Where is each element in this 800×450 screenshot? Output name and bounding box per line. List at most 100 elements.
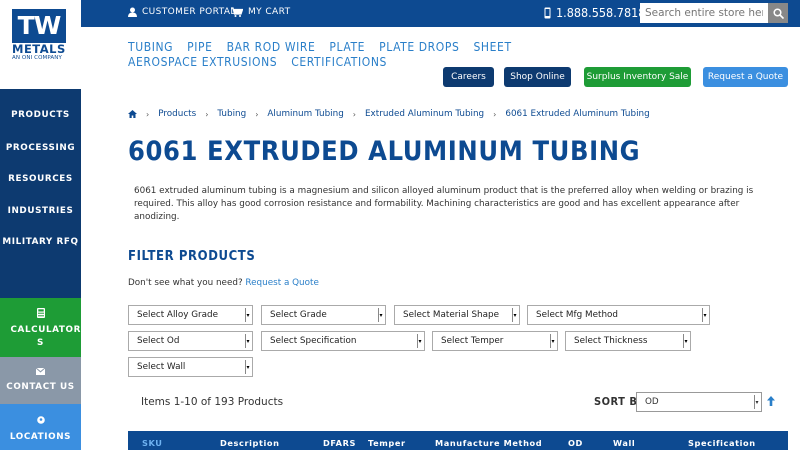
- search-button[interactable]: [768, 3, 788, 23]
- select-temper[interactable]: Select Temper ▾: [432, 331, 558, 351]
- phone-link[interactable]: 1.888.558.7818: [544, 5, 645, 20]
- quote-prompt-text: Don't see what you need?: [128, 278, 243, 288]
- calculators-label: CALCULATOR S: [10, 325, 81, 348]
- contact-us-label: CONTACT US: [6, 382, 75, 392]
- select-alloy-grade-label: Select Alloy Grade: [137, 310, 219, 320]
- search-icon: [772, 7, 784, 19]
- breadcrumb-separator: ›: [146, 109, 150, 119]
- breadcrumb-current[interactable]: 6061 Extruded Aluminum Tubing: [505, 109, 649, 119]
- customer-portal-link[interactable]: CUSTOMER PORTAL: [128, 7, 236, 17]
- nav-plate-drops[interactable]: PLATE DROPS: [379, 40, 459, 55]
- dropdown-arrow-icon: ▾: [754, 395, 759, 409]
- column-header-manufacture-method[interactable]: Manufacture Method: [435, 438, 542, 448]
- breadcrumb-separator: ›: [352, 109, 356, 119]
- dropdown-arrow-icon: ▾: [245, 334, 250, 348]
- dropdown-arrow-icon: ▾: [417, 334, 422, 348]
- breadcrumb-extruded-aluminum-tubing[interactable]: Extruded Aluminum Tubing: [365, 109, 484, 119]
- main-nav: TUBING PIPE BAR ROD WIRE PLATE PLATE DROPS SH…: [128, 40, 548, 70]
- sort-direction-icon[interactable]: [767, 396, 775, 409]
- shop-online-button[interactable]: Shop Online: [504, 67, 571, 87]
- calculators-button[interactable]: CALCULATOR S: [0, 298, 81, 357]
- my-cart-label: MY CART: [248, 7, 291, 17]
- user-icon: [128, 7, 137, 17]
- careers-button[interactable]: Careers: [443, 67, 494, 87]
- column-header-description[interactable]: Description: [220, 438, 280, 448]
- locations-label: LOCATIONS: [9, 432, 72, 442]
- dropdown-arrow-icon: ▾: [702, 308, 707, 322]
- select-alloy-grade[interactable]: Select Alloy Grade ▾: [128, 305, 253, 325]
- sidebar-item-processing[interactable]: PROCESSING: [0, 143, 81, 153]
- select-od[interactable]: Select Od ▾: [128, 331, 253, 351]
- contact-us-button[interactable]: CONTACT US: [0, 357, 81, 404]
- page-title: 6061 EXTRUDED ALUMINUM TUBING: [128, 136, 641, 167]
- column-header-dfars[interactable]: DFARS: [323, 438, 356, 448]
- cart-icon: [231, 7, 243, 17]
- breadcrumb-separator: ›: [493, 109, 497, 119]
- dropdown-arrow-icon: ▾: [512, 308, 517, 322]
- select-temper-label: Select Temper: [441, 336, 504, 346]
- column-header-wall[interactable]: Wall: [613, 438, 635, 448]
- dropdown-arrow-icon: ▾: [378, 308, 383, 322]
- breadcrumb-separator: ›: [255, 109, 259, 119]
- products-table-header: SKU Description DFARS Temper Manufacture…: [128, 431, 788, 450]
- select-grade[interactable]: Select Grade ▾: [261, 305, 386, 325]
- select-od-label: Select Od: [137, 336, 180, 346]
- tw-metals-logo[interactable]: TW METALS AN ONI COMPANY: [12, 9, 68, 61]
- request-quote-button[interactable]: Request a Quote: [703, 67, 788, 87]
- my-cart-link[interactable]: MY CART: [231, 7, 290, 17]
- logo-tagline: AN ONI COMPANY: [12, 55, 62, 61]
- nav-certifications[interactable]: CERTIFICATIONS: [291, 55, 387, 70]
- column-header-temper[interactable]: Temper: [368, 438, 406, 448]
- locations-button[interactable]: LOCATIONS: [0, 404, 81, 450]
- sort-select-value: OD: [645, 397, 659, 407]
- surplus-inventory-button[interactable]: Surplus Inventory Sale: [584, 67, 691, 87]
- sidebar-item-industries[interactable]: INDUSTRIES: [0, 206, 81, 216]
- select-specification[interactable]: Select Specification ▾: [261, 331, 425, 351]
- sidebar-item-products[interactable]: PRODUCTS: [0, 110, 81, 120]
- column-header-sku[interactable]: SKU: [142, 438, 163, 448]
- select-mfg-method[interactable]: Select Mfg Method ▾: [527, 305, 710, 325]
- breadcrumb-aluminum-tubing[interactable]: Aluminum Tubing: [267, 109, 343, 119]
- select-wall-label: Select Wall: [137, 362, 186, 372]
- arrow-up-icon: [767, 396, 775, 406]
- nav-plate[interactable]: PLATE: [329, 40, 365, 55]
- quote-prompt: Don't see what you need? Request a Quote: [128, 278, 319, 288]
- breadcrumb-products[interactable]: Products: [158, 109, 196, 119]
- map-pin-icon: [36, 416, 45, 424]
- select-thickness[interactable]: Select Thickness ▾: [565, 331, 691, 351]
- select-grade-label: Select Grade: [270, 310, 327, 320]
- nav-sheet[interactable]: SHEET: [473, 40, 511, 55]
- column-header-od[interactable]: OD: [568, 438, 583, 448]
- phone-icon: [544, 7, 551, 18]
- top-bar: CUSTOMER PORTAL MY CART 1.888.558.7818: [81, 0, 800, 27]
- nav-bar-rod-wire[interactable]: BAR ROD WIRE: [227, 40, 316, 55]
- filter-heading: FILTER PRODUCTS: [128, 249, 256, 264]
- select-specification-label: Select Specification: [270, 336, 357, 346]
- home-icon[interactable]: [128, 110, 137, 118]
- breadcrumb-tubing[interactable]: Tubing: [217, 109, 246, 119]
- sort-select[interactable]: OD ▾: [636, 392, 762, 412]
- column-header-specification[interactable]: Specification: [688, 438, 756, 448]
- select-wall[interactable]: Select Wall ▾: [128, 357, 253, 377]
- results-count: Items 1-10 of 193 Products: [141, 396, 284, 408]
- sidebar-item-resources[interactable]: RESOURCES: [0, 174, 81, 184]
- nav-tubing[interactable]: TUBING: [128, 40, 173, 55]
- select-thickness-label: Select Thickness: [574, 336, 648, 346]
- dropdown-arrow-icon: ▾: [683, 334, 688, 348]
- customer-portal-label: CUSTOMER PORTAL: [142, 7, 236, 17]
- logo-name: METALS: [12, 42, 66, 56]
- nav-pipe[interactable]: PIPE: [187, 40, 212, 55]
- calculator-icon: [36, 308, 45, 318]
- select-mfg-method-label: Select Mfg Method: [536, 310, 618, 320]
- nav-aerospace-extrusions[interactable]: AEROSPACE EXTRUSIONS: [128, 55, 277, 70]
- select-material-shape[interactable]: Select Material Shape ▾: [394, 305, 520, 325]
- dropdown-arrow-icon: ▾: [245, 360, 250, 374]
- page-description: 6061 extruded aluminum tubing is a magne…: [134, 186, 754, 222]
- breadcrumb: › Products › Tubing › Aluminum Tubing › …: [128, 109, 650, 119]
- select-material-shape-label: Select Material Shape: [403, 310, 500, 320]
- quote-prompt-link[interactable]: Request a Quote: [245, 278, 318, 288]
- search-input[interactable]: [640, 3, 768, 23]
- dropdown-arrow-icon: ▾: [245, 308, 250, 322]
- sidebar-item-military-rfq[interactable]: MILITARY RFQ: [0, 237, 81, 247]
- dropdown-arrow-icon: ▾: [550, 334, 555, 348]
